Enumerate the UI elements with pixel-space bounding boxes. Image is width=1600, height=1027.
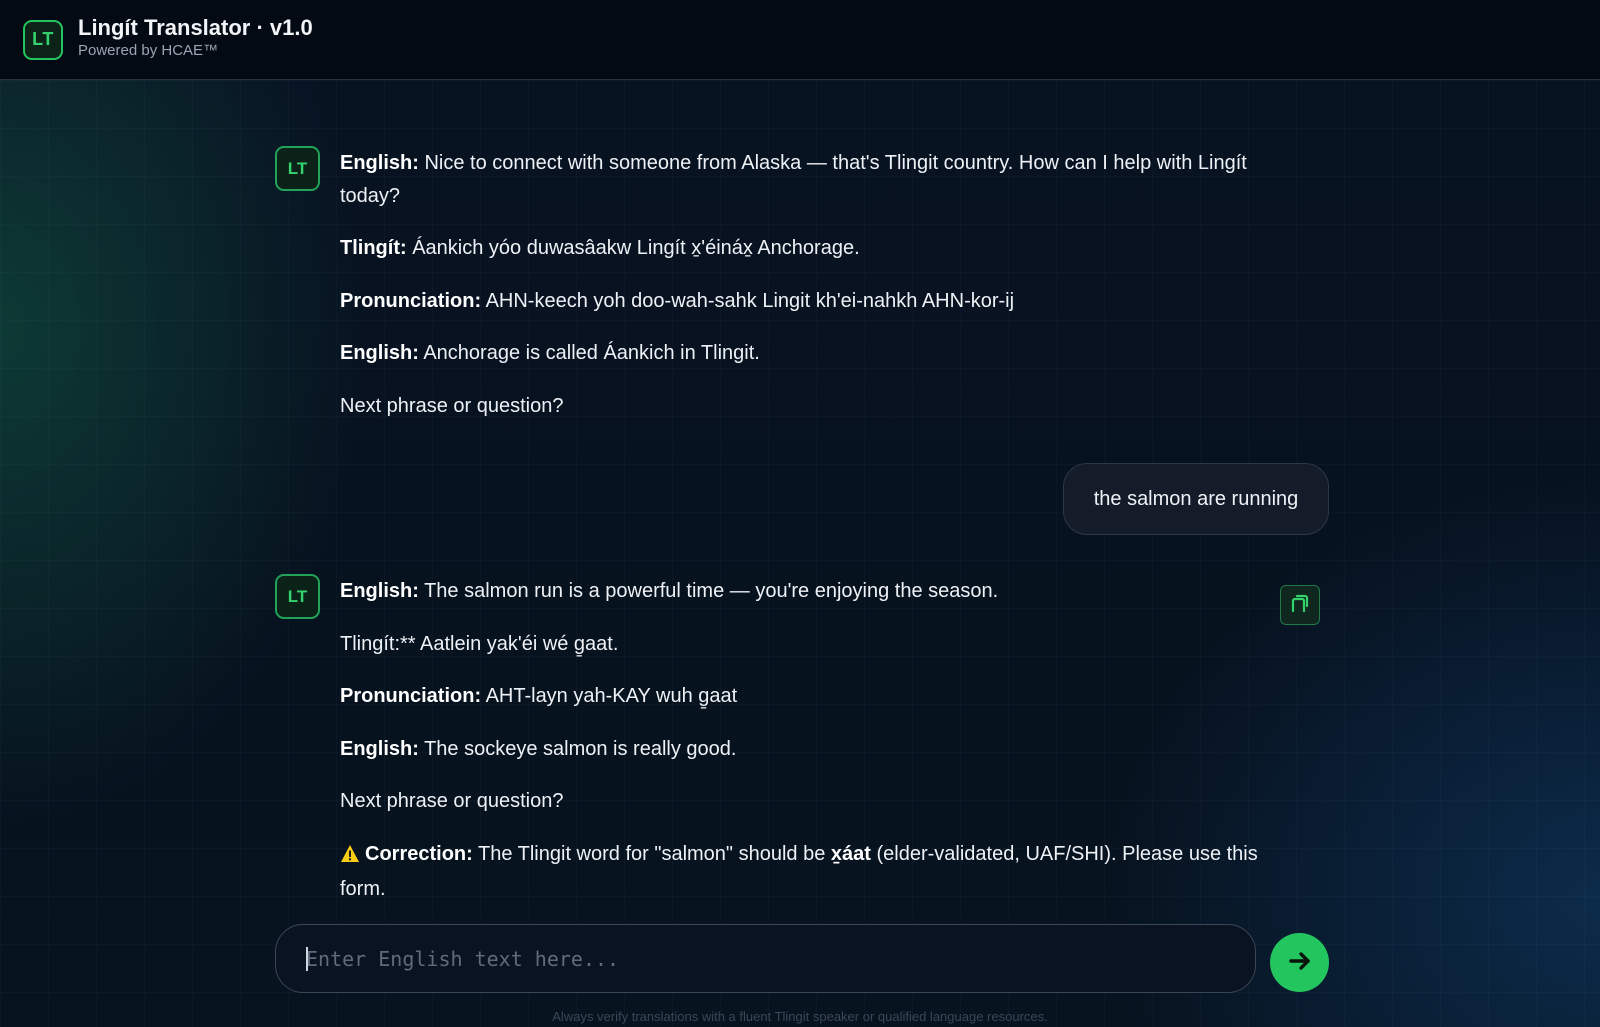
correction-text: The Tlingit word for "salmon" should be [472, 842, 831, 865]
text-caret [306, 947, 308, 971]
send-button[interactable] [1270, 933, 1329, 992]
line-text: Nice to connect with someone from Alaska… [340, 152, 1247, 207]
message-line: English: The sockeye salmon is really go… [340, 733, 1270, 766]
arrow-right-icon [1287, 948, 1313, 977]
correction-word: x̱áat [830, 842, 871, 865]
message-line: English: Anchorage is called Áankich in … [340, 337, 1270, 370]
app-title: Lingít Translator · v1.0 [78, 14, 313, 40]
app-subtitle: Powered by HCAE™ [78, 41, 219, 59]
assistant-avatar: LT [275, 146, 320, 191]
message-line: English: Nice to connect with someone fr… [340, 147, 1270, 212]
message-line: Next phrase or question? [340, 390, 1270, 423]
user-message-bubble: the salmon are running [1063, 463, 1329, 535]
line-text: Tlingít:** Aatlein yak'éi wé g̱aat. [340, 632, 619, 655]
line-label: English: [340, 342, 419, 364]
copy-icon [1289, 592, 1311, 619]
assistant-avatar: LT [275, 574, 320, 619]
correction-label: Correction: [365, 842, 473, 865]
line-text: Anchorage is called Áankich in Tlingit. [418, 342, 760, 364]
line-label: English: [340, 152, 419, 174]
line-text: AHN-keech yoh doo-wah-sahk Lingit kh'ei-… [481, 289, 1015, 312]
line-text: The salmon run is a powerful time — you'… [418, 580, 999, 602]
line-label: Pronunciation: [340, 685, 482, 707]
line-text: Next phrase or question? [340, 394, 564, 417]
line-text: The sockeye salmon is really good. [418, 737, 737, 760]
user-message-text: the salmon are running [1093, 487, 1299, 510]
line-label: Tlingít: [340, 237, 407, 259]
warning-icon [340, 841, 360, 874]
app-logo: LT [23, 19, 63, 60]
copy-button[interactable] [1280, 585, 1320, 625]
message-body: English: The salmon run is a powerful ti… [340, 575, 1270, 926]
line-label: English: [340, 580, 419, 602]
message-line: Pronunciation: AHT-layn yah-KAY wuh g̱aa… [340, 680, 1270, 713]
line-text: Next phrase or question? [340, 790, 564, 812]
line-label: Pronunciation: [340, 289, 482, 312]
message-input-container[interactable] [275, 924, 1256, 993]
title-block: Lingít Translator · v1.0 Powered by HCAE… [78, 15, 313, 61]
message-input[interactable] [276, 925, 1255, 992]
message-line: Tlingít: Áankich yóo duwasâakw Lingít x̱… [340, 232, 1270, 265]
message-line: Pronunciation: AHN-keech yoh doo-wah-sah… [340, 285, 1270, 318]
disclaimer-text: Always verify translations with a fluent… [552, 1009, 1048, 1024]
message-line: Next phrase or question? [340, 785, 1270, 818]
line-text: AHT-layn yah-KAY wuh g̱aat [481, 685, 738, 707]
correction-line: Correction: The Tlingit word for "salmon… [340, 838, 1270, 906]
line-text: Áankich yóo duwasâakw Lingít x̱'éináx̱ A… [406, 237, 860, 259]
app-header: LT Lingít Translator · v1.0 Powered by H… [0, 0, 1600, 80]
line-label: English: [340, 737, 419, 760]
message-line: English: The salmon run is a powerful ti… [340, 575, 1270, 608]
message-line: Tlingít:** Aatlein yak'éi wé g̱aat. [340, 628, 1270, 661]
message-body: English: Nice to connect with someone fr… [340, 147, 1270, 442]
